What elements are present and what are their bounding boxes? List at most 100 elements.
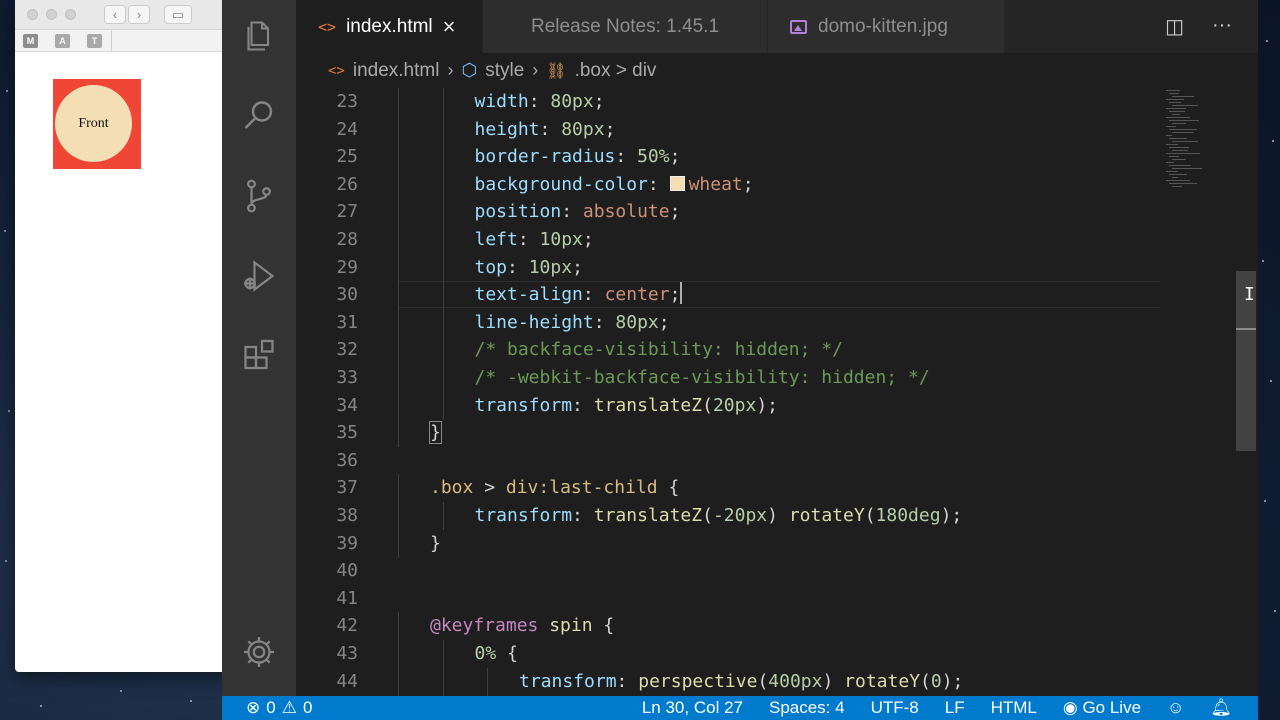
search-icon[interactable] [239, 96, 279, 136]
extensions-icon[interactable] [239, 336, 279, 376]
star [190, 700, 192, 702]
minimap-line [1169, 174, 1187, 175]
code-line[interactable]: 32 /* backface-visibility: hidden; */ [296, 336, 1236, 365]
indent-guide [398, 281, 399, 310]
error-icon: ⊗ [246, 698, 261, 717]
code-token: ; [658, 311, 670, 333]
code-token: > [473, 477, 506, 499]
code-line[interactable]: 35} [296, 419, 1236, 448]
code-token: wheat [688, 173, 743, 195]
sidebar-toggle-button[interactable]: ▭ [164, 5, 192, 24]
indent-guide [442, 391, 444, 420]
close-window-button[interactable] [27, 9, 38, 20]
code-text: top: 10px; [475, 254, 583, 281]
run-debug-icon[interactable] [239, 256, 279, 296]
minimap-line [1172, 114, 1180, 115]
tab-release-notes[interactable]: Release Notes: 1.45.1 [483, 0, 767, 53]
color-swatch-icon[interactable] [669, 175, 685, 191]
code-token: -20px [712, 505, 768, 526]
feedback-icon[interactable]: ☺ [1167, 698, 1184, 718]
code-line[interactable]: 43 0% { [296, 640, 1236, 668]
code-editor[interactable]: 23 width: 80px; 24 height: 80px; 25 border-ra… [296, 88, 1236, 696]
code-text: } [429, 419, 442, 446]
star [5, 560, 7, 562]
code-line[interactable]: 24 height: 80px; [296, 115, 1236, 144]
breadcrumb-file[interactable]: index.html [353, 60, 440, 82]
code-token: 400px [768, 670, 823, 692]
source-control-icon[interactable] [239, 176, 279, 216]
code-line[interactable]: 23 width: 80px; [296, 88, 1236, 116]
code-line[interactable]: 39} [296, 529, 1236, 558]
code-line[interactable]: 31 line-height: 80px; [296, 308, 1236, 337]
code-token: { [657, 477, 680, 499]
editor-actions: ◫ ··· [1165, 14, 1232, 39]
language-mode[interactable]: HTML [991, 698, 1037, 718]
files-icon[interactable] [239, 16, 279, 56]
code-line[interactable]: 29 top: 10px; [296, 253, 1236, 282]
code-token: : [528, 91, 551, 112]
code-token: 0 [930, 670, 942, 692]
minimap[interactable] [1162, 88, 1240, 696]
code-token: : [582, 284, 605, 306]
split-editor-icon[interactable]: ◫ [1165, 14, 1184, 39]
code-line[interactable]: 33 /* -webkit-backface-visibility: hidden… [296, 364, 1236, 392]
zoom-window-button[interactable] [65, 9, 76, 20]
breadcrumb-selector[interactable]: .box > div [575, 60, 657, 82]
code-line[interactable]: 40 [296, 557, 1236, 584]
problems-indicator[interactable]: ⊗ 0 ⚠ 0 [246, 698, 312, 718]
editor-scrollbar[interactable] [1236, 88, 1258, 696]
settings-gear-icon[interactable] [239, 632, 279, 672]
code-token: { [592, 615, 615, 637]
code-line[interactable]: 38 transform: translateZ(-20px) rotateY(1… [296, 502, 1236, 530]
breadcrumb-section[interactable]: style [485, 60, 524, 82]
encoding[interactable]: UTF-8 [871, 698, 919, 718]
chevron-left-icon: ‹ [112, 7, 118, 22]
bookmark-a[interactable]: A [55, 33, 70, 48]
code-token: : [647, 173, 670, 195]
indent-guide [398, 474, 399, 503]
code-line[interactable]: 37 .box > div:last-child { [296, 474, 1236, 503]
code-line[interactable]: 30 text-align: center; [296, 281, 1236, 310]
end-of-line[interactable]: LF [945, 698, 965, 718]
minimap-line [1166, 108, 1186, 109]
more-actions-icon[interactable]: ··· [1212, 14, 1232, 39]
code-line[interactable]: 25 border-radius: 50%; [296, 143, 1236, 172]
line-number: 37 [336, 477, 358, 499]
forward-button[interactable]: › [128, 5, 150, 24]
back-button[interactable]: ‹ [104, 5, 126, 24]
indent-guide [398, 253, 399, 282]
code-line[interactable]: 36 [296, 447, 1236, 474]
tab-domo-kitten[interactable]: domo-kitten.jpg [768, 0, 1004, 53]
code-token: 20px [712, 394, 757, 416]
bookmark-m[interactable]: M [23, 33, 38, 48]
minimize-window-button[interactable] [46, 9, 57, 20]
bookmark-t[interactable]: T [87, 33, 102, 48]
error-count: 0 [266, 698, 276, 717]
code-line[interactable]: 27 position: absolute; [296, 198, 1236, 227]
code-line[interactable]: 44 transform: perspective(400px) rotateY(… [296, 667, 1236, 696]
indentation[interactable]: Spaces: 4 [769, 698, 845, 718]
vscode-window: <> index.html × Release Notes: 1.45.1 do… [222, 0, 1258, 720]
code-line[interactable]: 28 left: 10px; [296, 226, 1236, 254]
go-live-button[interactable]: ◉ Go Live [1063, 698, 1141, 718]
close-icon[interactable]: × [443, 14, 456, 40]
code-text: transform: translateZ(-20px) rotateY(180… [475, 502, 963, 529]
code-text: .box > div:last-child { [430, 474, 679, 501]
minimap-line [1172, 159, 1186, 160]
indent-guide [442, 170, 444, 199]
cursor-position[interactable]: Ln 30, Col 27 [642, 698, 743, 718]
code-line[interactable]: 26 background-color: wheat; [296, 170, 1236, 199]
browser-titlebar: ‹ › ▭ [15, 0, 235, 30]
code-text: transform: translateZ(20px); [475, 392, 779, 419]
browser-window: ‹ › ▭ M A T Front [15, 0, 235, 672]
code-line[interactable]: 41 [296, 585, 1236, 612]
chevron-right-icon: › [532, 60, 539, 80]
indent-guide [398, 170, 399, 199]
image-icon [790, 19, 807, 34]
code-text: position: absolute; [475, 198, 681, 225]
tab-index-html[interactable]: <> index.html × [296, 0, 482, 53]
code-token: } [430, 532, 441, 554]
code-line[interactable]: 42 @keyframes spin { [296, 612, 1236, 641]
bell-icon[interactable]: 🔔︎ [1210, 698, 1232, 718]
code-line[interactable]: 34 transform: translateZ(20px); [296, 391, 1236, 420]
